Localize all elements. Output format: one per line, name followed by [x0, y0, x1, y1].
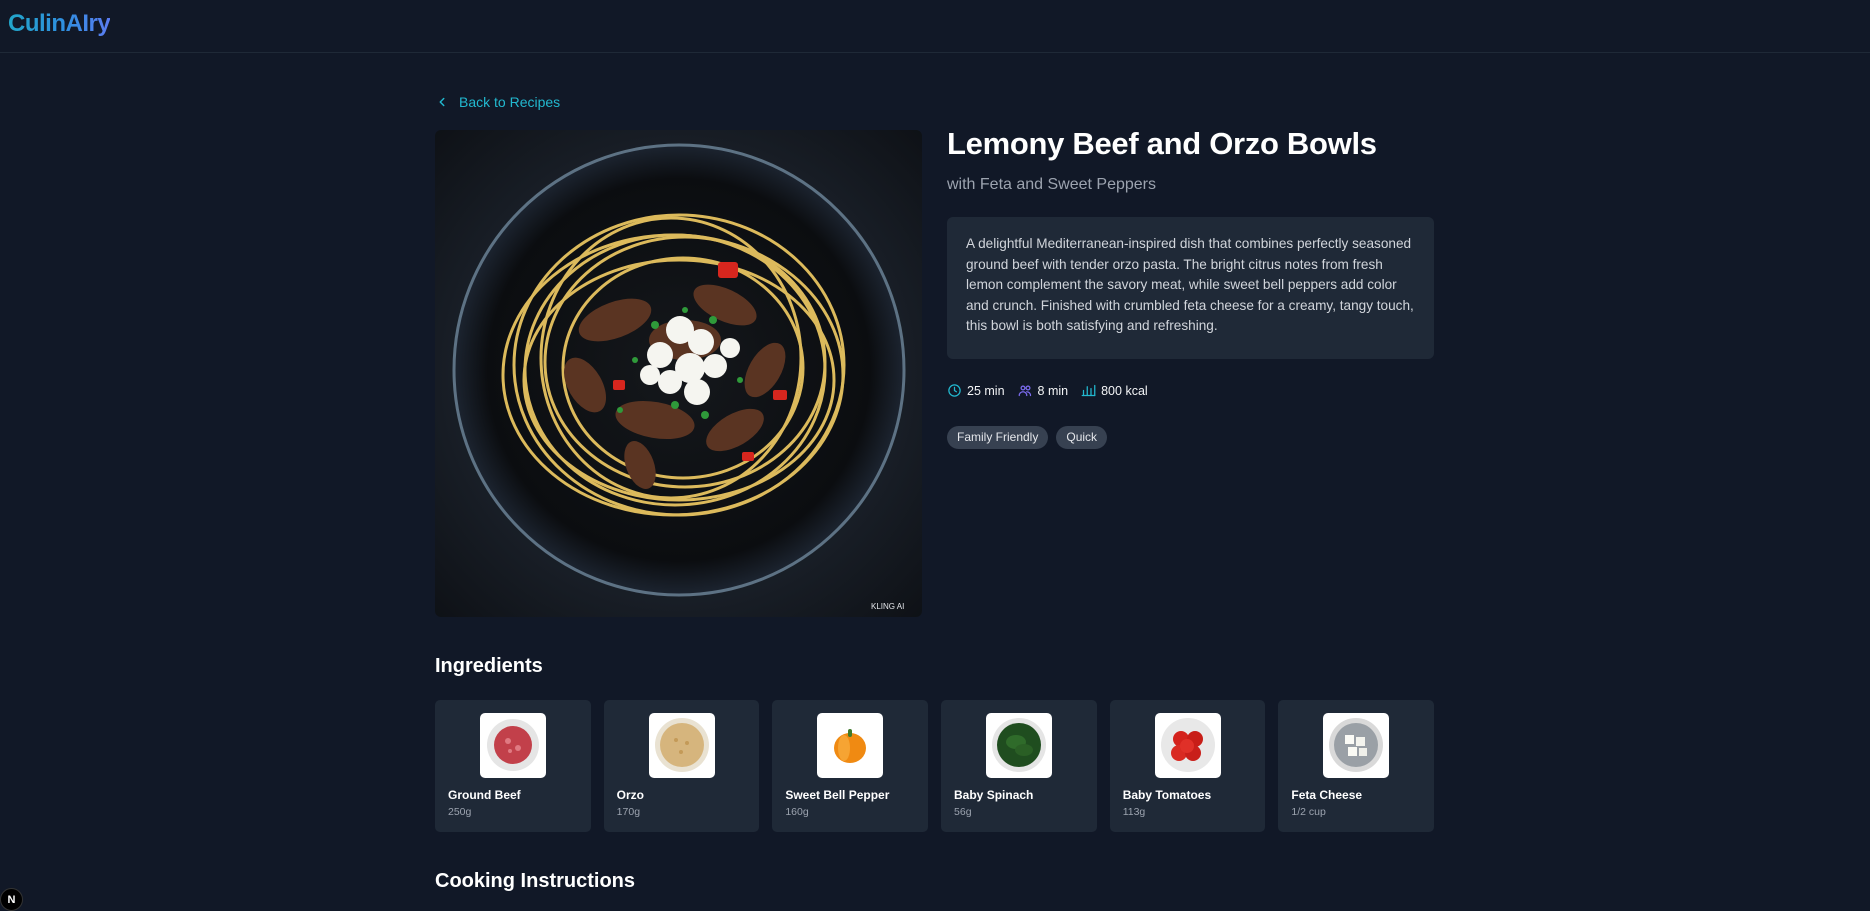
- total-time-value: 25 min: [967, 383, 1005, 398]
- ingredient-card[interactable]: Baby Spinach 56g: [941, 700, 1097, 832]
- ingredient-qty: 170g: [616, 806, 641, 818]
- recipe-tags: Family Friendly Quick: [947, 426, 1108, 449]
- ingredient-name: Orzo: [616, 788, 645, 802]
- ingredient-name: Sweet Bell Pepper: [785, 788, 890, 802]
- tag-family-friendly[interactable]: Family Friendly: [947, 426, 1049, 449]
- total-time: 25 min: [947, 383, 1005, 398]
- ingredient-qty: 56g: [954, 806, 972, 818]
- ingredient-name: Baby Tomatoes: [1122, 788, 1212, 802]
- calories: 800 kcal: [1081, 383, 1148, 398]
- ingredient-name: Feta Cheese: [1291, 788, 1363, 802]
- clock-icon: [948, 384, 961, 397]
- tag-quick[interactable]: Quick: [1056, 426, 1108, 449]
- bell-pepper-image: [817, 713, 884, 778]
- feta-image: [1323, 713, 1390, 778]
- top-navbar: CulinAIry: [0, 0, 1870, 53]
- app-logo[interactable]: CulinAIry: [8, 10, 111, 38]
- ingredients-heading: Ingredients: [435, 655, 543, 677]
- ingredient-name: Baby Spinach: [954, 788, 1034, 802]
- ingredient-card[interactable]: Orzo 170g: [603, 700, 760, 832]
- ingredient-qty: 1/2 cup: [1291, 806, 1326, 818]
- spinach-image: [986, 713, 1053, 778]
- ingredient-card[interactable]: Sweet Bell Pepper 160g: [772, 700, 929, 832]
- orzo-image: [648, 713, 715, 778]
- recipe-subtitle: with Feta and Sweet Peppers: [947, 176, 1157, 193]
- prep-time: 8 min: [1018, 383, 1069, 398]
- ingredient-qty: 113g: [1122, 806, 1146, 818]
- ingredient-qty: 160g: [785, 806, 809, 818]
- recipe-description-text: A delightful Mediterranean-inspired dish…: [966, 236, 1414, 334]
- back-link-label: Back to Recipes: [459, 94, 561, 110]
- ingredient-card[interactable]: Feta Cheese 1/2 cup: [1278, 700, 1435, 832]
- recipe-hero-image: KLING AI: [435, 130, 922, 617]
- ingredient-card[interactable]: Baby Tomatoes 113g: [1109, 700, 1266, 832]
- ingredient-name: Ground Beef: [448, 788, 521, 802]
- recipe-title: Lemony Beef and Orzo Bowls: [947, 126, 1377, 161]
- back-to-recipes-link[interactable]: Back to Recipes: [435, 92, 560, 112]
- ground-beef-image: [480, 713, 546, 778]
- tomatoes-image: [1154, 713, 1221, 778]
- image-watermark: KLING AI: [871, 602, 904, 611]
- prep-time-value: 8 min: [1037, 383, 1069, 398]
- cooking-instructions-heading: Cooking Instructions: [435, 870, 635, 892]
- recipe-meta: 25 min 8 min 800 kcal: [947, 383, 1148, 398]
- chef-users-icon: [1018, 385, 1031, 397]
- bar-chart-icon: [1081, 384, 1096, 397]
- ingredients-list: Ground Beef 250g Orzo 170g Sweet Bell Pe…: [435, 700, 1435, 832]
- chevron-left-icon: [439, 97, 445, 107]
- recipe-description: A delightful Mediterranean-inspired dish…: [947, 217, 1434, 359]
- ingredient-qty: 250g: [448, 806, 472, 818]
- ingredient-card[interactable]: Ground Beef 250g: [435, 700, 591, 832]
- calories-value: 800 kcal: [1101, 383, 1148, 398]
